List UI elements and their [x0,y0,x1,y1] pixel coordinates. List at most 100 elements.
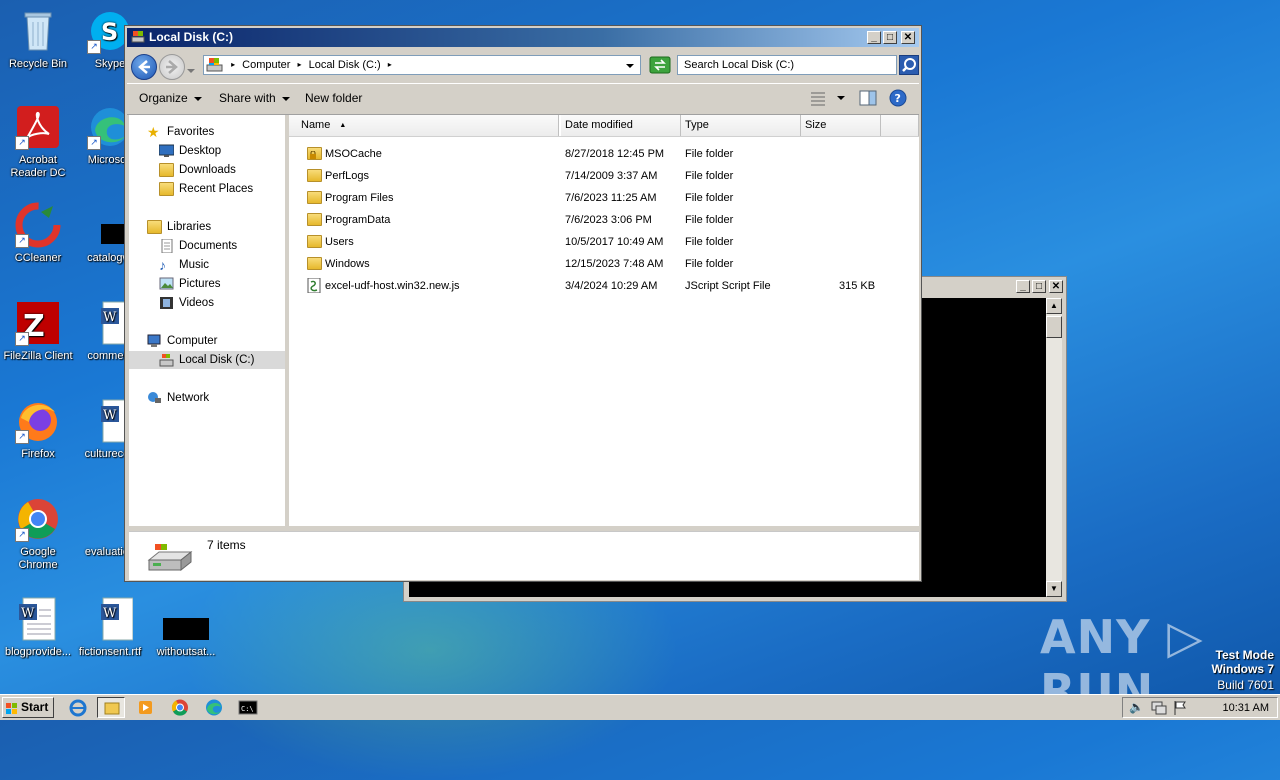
column-size[interactable]: Size [801,115,881,136]
explorer-window[interactable]: Local Disk (C:) _ □ ✕ ▸ Computer ▸ Local… [124,25,922,582]
show-desktop-button[interactable] [1276,695,1280,719]
title-bar[interactable]: Local Disk (C:) _ □ ✕ [127,28,919,47]
desktop-icon-chrome[interactable]: ↗ Google Chrome [0,496,76,572]
nav-recent-places[interactable]: Recent Places [129,180,285,198]
console-scrollbar[interactable]: ▲ ▼ [1046,298,1062,597]
breadcrumb-computer[interactable]: Computer [242,59,290,71]
history-dropdown-icon[interactable] [187,63,195,77]
refresh-button[interactable] [649,54,671,76]
taskbar-chrome-button[interactable] [166,697,194,718]
search-input[interactable]: Search Local Disk (C:) [677,55,897,75]
svg-text:?: ? [895,92,901,105]
nav-documents[interactable]: Documents [129,237,285,255]
taskbar-cmd-button[interactable]: C:\ [234,697,262,718]
desktop-icon-blogprovide[interactable]: W blogprovide... [0,596,76,659]
taskbar-explorer-button[interactable] [97,697,125,718]
file-row[interactable]: Users 10/5/2017 10:49 AM File folder [289,231,919,253]
file-row[interactable]: Windows 12/15/2023 7:48 AM File folder [289,253,919,275]
file-type: File folder [685,192,734,204]
file-list[interactable]: Name ▲ Date modified Type Size MSOCache 8… [289,115,919,526]
search-button[interactable] [899,55,919,75]
scroll-down-icon[interactable]: ▼ [1046,581,1062,597]
svg-text:W: W [103,310,117,325]
clock[interactable]: 10:31 AM [1223,700,1269,717]
view-list-icon [811,92,825,106]
desktop-icon-filezilla[interactable]: Z ↗ FileZilla Client [0,300,76,363]
taskbar-media-button[interactable] [132,697,160,718]
nav-computer[interactable]: Computer [129,332,285,350]
column-type[interactable]: Type [681,115,801,136]
address-dropdown-icon[interactable] [626,64,634,68]
new-folder-button[interactable]: New folder [305,91,362,105]
organize-menu[interactable]: Organize [139,91,202,105]
nav-libraries[interactable]: Libraries [129,218,285,236]
taskbar-edge-button[interactable] [200,697,228,718]
share-with-menu[interactable]: Share with [219,91,290,105]
nav-desktop[interactable]: Desktop [129,142,285,160]
back-button[interactable] [131,54,157,80]
breadcrumb-local-disk[interactable]: Local Disk (C:) [309,59,381,71]
nav-pictures[interactable]: Pictures [129,275,285,293]
console-close-button[interactable]: ✕ [1049,280,1063,293]
start-button[interactable]: Start [2,697,54,718]
action-center-flag-icon[interactable] [1173,700,1187,719]
system-tray: 🔈 10:31 AM [1122,697,1278,718]
desktop-icon-acrobat[interactable]: ↗ Acrobat Reader DC [0,104,76,180]
shortcut-arrow-icon: ↗ [15,430,29,444]
svg-text:W: W [103,606,117,621]
scroll-up-icon[interactable]: ▲ [1046,298,1062,314]
network-status-icon[interactable] [1151,700,1167,719]
desktop-icon-withoutsat[interactable]: withoutsat... [148,616,224,659]
navigation-pane[interactable]: ★ Favorites Desktop Downloads Recent Pla… [129,115,287,526]
console-maximize-button[interactable]: □ [1032,280,1046,293]
desktop-icon-fictionsent[interactable]: W fictionsent.rtf [72,596,148,659]
desktop-icon-firefox[interactable]: ↗ Firefox [0,398,76,461]
nav-network[interactable]: Network [129,389,285,407]
file-row[interactable]: PerfLogs 7/14/2009 3:37 AM File folder [289,165,919,187]
volume-icon[interactable]: 🔈 [1129,700,1144,714]
desktop-icon-recycle-bin[interactable]: Recycle Bin [0,8,76,71]
nav-music[interactable]: ♪ Music [129,256,285,274]
shortcut-arrow-icon: ↗ [15,136,29,150]
address-field[interactable]: ▸ Computer ▸ Local Disk (C:) ▸ [203,55,641,75]
file-type: File folder [685,258,734,270]
nav-label: Documents [179,240,238,252]
breadcrumb-separator-icon[interactable]: ▸ [231,60,235,69]
svg-text:C:\: C:\ [241,705,254,713]
desktop-icon-label: CCleaner [14,252,62,264]
nav-downloads[interactable]: Downloads [129,161,285,179]
drive-icon [206,58,223,72]
file-row[interactable]: Program Files 7/6/2023 11:25 AM File folde… [289,187,919,209]
nav-favorites[interactable]: ★ Favorites [129,123,285,141]
help-button[interactable]: ? [889,89,907,107]
maximize-button[interactable]: □ [883,31,897,44]
file-size: 315 KB [839,280,876,292]
nav-label: Videos [179,297,214,309]
close-button[interactable]: ✕ [901,31,915,44]
black-file-icon [163,616,209,642]
windows-logo-icon [6,702,18,721]
preview-pane-icon [859,90,877,106]
column-date[interactable]: Date modified [561,115,681,136]
libraries-icon [147,220,162,234]
file-row[interactable]: excel-udf-host.win32.new.js 3/4/2024 10:2… [289,275,919,297]
taskbar-ie-button[interactable] [64,697,92,718]
breadcrumb-separator-icon[interactable]: ▸ [388,60,392,69]
forward-button[interactable] [159,54,185,80]
file-row[interactable]: ProgramData 7/6/2023 3:06 PM File folder [289,209,919,231]
file-name: Program Files [325,192,394,204]
shortcut-arrow-icon: ↗ [15,234,29,248]
view-options-button[interactable] [809,90,845,108]
minimize-button[interactable]: _ [867,31,881,44]
scroll-thumb[interactable] [1046,316,1062,338]
preview-pane-button[interactable] [859,90,877,106]
file-row[interactable]: MSOCache 8/27/2018 12:45 PM File folder [289,143,919,165]
desktop-icon-ccleaner[interactable]: ↗ CCleaner [0,202,76,265]
nav-local-disk[interactable]: Local Disk (C:) [129,351,285,369]
desktop-icon-label: fictionsent.rtf [78,646,142,658]
nav-videos[interactable]: Videos [129,294,285,312]
column-name[interactable]: Name ▲ [289,115,559,136]
console-minimize-button[interactable]: _ [1016,280,1030,293]
breadcrumb-separator-icon[interactable]: ▸ [298,60,302,69]
file-type: File folder [685,148,734,160]
